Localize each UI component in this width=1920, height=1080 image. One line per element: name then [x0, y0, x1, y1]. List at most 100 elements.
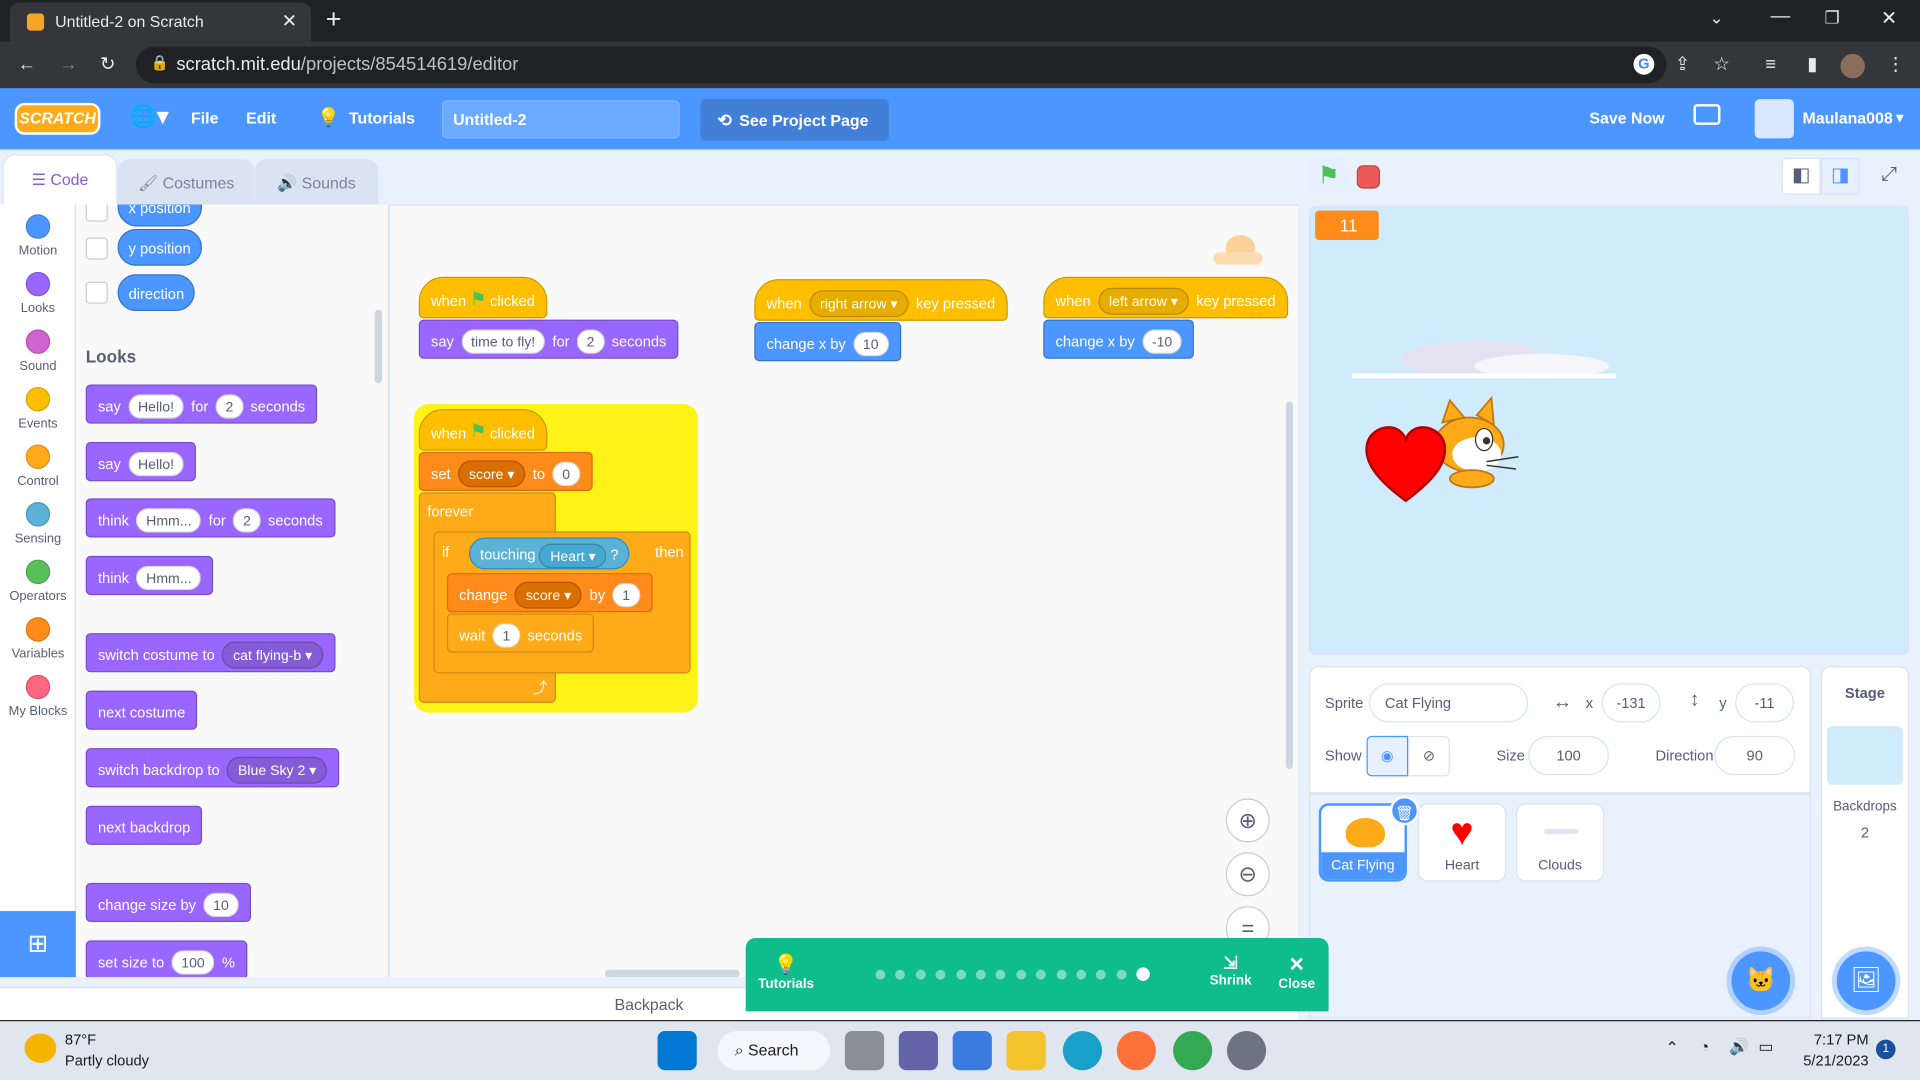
- input[interactable]: 0: [552, 461, 580, 486]
- category-sensing[interactable]: Sensing: [0, 502, 76, 546]
- input[interactable]: 2: [215, 394, 244, 419]
- media-icon[interactable]: ≡: [1758, 47, 1782, 84]
- task-view-icon[interactable]: [844, 1031, 885, 1071]
- block-change-size[interactable]: change size by 10: [85, 882, 251, 923]
- profile-avatar[interactable]: [1840, 53, 1865, 79]
- minimize-icon[interactable]: —: [1771, 6, 1791, 28]
- category-looks[interactable]: Looks: [0, 271, 76, 316]
- add-extension-button[interactable]: ⊞: [0, 911, 76, 978]
- small-stage-button[interactable]: ◧: [1781, 157, 1821, 195]
- close-tutorial-button[interactable]: ✕ Close: [1277, 953, 1316, 992]
- tutorial-step-dot[interactable]: [1096, 969, 1107, 980]
- tutorial-step-dot[interactable]: [975, 969, 986, 980]
- x-position-input[interactable]: -131: [1601, 683, 1661, 723]
- menu-edit[interactable]: Edit: [246, 88, 276, 149]
- workspace-v-scrollbar[interactable]: [1285, 401, 1294, 769]
- block-next-backdrop[interactable]: next backdrop: [85, 805, 203, 845]
- chrome-menu-icon[interactable]: ⋮: [1883, 47, 1907, 84]
- input[interactable]: 2: [576, 329, 605, 354]
- tutorials-button[interactable]: 💡 Tutorials: [758, 953, 814, 992]
- see-project-page-button[interactable]: ⟲ See Project Page: [700, 99, 889, 141]
- menu-file[interactable]: File: [191, 88, 218, 149]
- windows-start-icon[interactable]: [657, 1031, 697, 1071]
- tutorial-step-dot[interactable]: [1016, 969, 1026, 980]
- tutorial-step-dot[interactable]: [995, 969, 1006, 980]
- sprite-tile-heart[interactable]: ♥ Heart: [1417, 803, 1507, 882]
- variable-dropdown[interactable]: score ▾: [457, 460, 526, 488]
- tutorial-step-dot[interactable]: [1036, 969, 1046, 980]
- block-switch-backdrop[interactable]: switch backdrop to Blue Sky 2 ▾: [85, 748, 340, 788]
- wifi-icon[interactable]: ◔: [1700, 1037, 1710, 1055]
- tab-costumes[interactable]: 🖌 Costumes: [117, 159, 255, 206]
- checkbox-y-position[interactable]: [85, 237, 108, 260]
- workspace-h-scrollbar[interactable]: [604, 969, 740, 978]
- user-avatar[interactable]: [1754, 99, 1794, 139]
- shrink-button[interactable]: ⇲ Shrink: [1209, 953, 1253, 989]
- show-visible-button[interactable]: ◉: [1366, 735, 1409, 777]
- category-control[interactable]: Control: [0, 444, 76, 489]
- username[interactable]: Maulana008: [1802, 88, 1892, 149]
- tutorial-step-dot[interactable]: [915, 969, 926, 980]
- sprite-name-input[interactable]: Cat Flying: [1368, 683, 1529, 723]
- edge-icon[interactable]: [1062, 1031, 1103, 1071]
- category-sound[interactable]: Sound: [0, 329, 76, 373]
- input[interactable]: time to fly!: [461, 329, 546, 354]
- choose-sprite-button[interactable]: 🐱: [1731, 951, 1791, 1011]
- hat-when-left-arrow-pressed[interactable]: when left arrow ▾ key pressed: [1043, 276, 1288, 319]
- category-my-blocks[interactable]: My Blocks: [0, 674, 76, 719]
- block-direction[interactable]: direction: [117, 274, 196, 312]
- block-change-score[interactable]: change score ▾ by 1: [446, 573, 653, 613]
- size-input[interactable]: 100: [1528, 735, 1609, 776]
- input[interactable]: 10: [853, 331, 889, 357]
- block-think-for[interactable]: think Hmm... for 2 seconds: [85, 498, 335, 538]
- palette-scrollbar[interactable]: [374, 309, 383, 384]
- store-icon[interactable]: [952, 1031, 992, 1071]
- input[interactable]: 100: [171, 950, 215, 975]
- tutorial-step-dot[interactable]: [1056, 969, 1067, 980]
- variable-dropdown[interactable]: score ▾: [514, 581, 583, 609]
- y-position-input[interactable]: -11: [1735, 683, 1794, 723]
- settings-gear-icon[interactable]: [1226, 1031, 1267, 1071]
- backdrop-dropdown[interactable]: Blue Sky 2 ▾: [227, 756, 328, 784]
- firefox-icon[interactable]: [1116, 1031, 1156, 1071]
- category-motion[interactable]: Motion: [0, 214, 76, 258]
- bookmark-star-icon[interactable]: ☆: [1709, 47, 1733, 84]
- reload-icon[interactable]: ↻: [93, 47, 122, 84]
- block-say-time-to-fly[interactable]: say time to fly! for 2 seconds: [418, 319, 679, 359]
- sprite-tile-clouds[interactable]: Clouds: [1515, 803, 1605, 882]
- back-icon[interactable]: ←: [12, 47, 41, 84]
- block-y-position[interactable]: y position: [117, 228, 202, 266]
- input[interactable]: 1: [612, 582, 640, 608]
- tray-chevron-icon[interactable]: ⌃: [1665, 1038, 1678, 1058]
- costume-dropdown[interactable]: cat flying-b ▾: [222, 641, 324, 669]
- close-tab-icon[interactable]: ✕: [282, 10, 297, 32]
- sprite-tile-cat-flying[interactable]: Cat Flying 🗑: [1318, 795, 1420, 882]
- zoom-out-button[interactable]: ⊖: [1225, 852, 1270, 897]
- block-set-score[interactable]: set score ▾ to 0: [418, 451, 593, 492]
- choose-backdrop-button[interactable]: 🖼: [1836, 951, 1896, 1011]
- language-globe-icon[interactable]: 🌐▾: [130, 104, 169, 130]
- restore-icon[interactable]: ❐: [1825, 7, 1840, 28]
- green-flag-button[interactable]: ⚑: [1308, 157, 1349, 195]
- battery-icon[interactable]: ▭: [1758, 1037, 1773, 1057]
- stop-button[interactable]: [1356, 165, 1381, 189]
- touching-dropdown[interactable]: Heart ▾: [539, 543, 607, 568]
- show-hidden-button[interactable]: ⊘: [1408, 735, 1450, 777]
- hat-when-flag-clicked-2[interactable]: when ⚑ clicked: [418, 408, 548, 451]
- stage-backdrop-thumbnail[interactable]: [1826, 726, 1903, 785]
- input[interactable]: Hello!: [128, 451, 184, 477]
- input[interactable]: Hello!: [128, 394, 184, 419]
- menu-tutorials[interactable]: Tutorials: [349, 88, 415, 149]
- save-now-button[interactable]: Save Now: [1589, 88, 1664, 149]
- tab-sounds[interactable]: 🔊 Sounds: [254, 159, 379, 206]
- category-events[interactable]: Events: [0, 386, 76, 431]
- chrome-icon[interactable]: [1173, 1031, 1213, 1071]
- block-set-size[interactable]: set size to 100%: [85, 940, 248, 978]
- tutorial-step-dot[interactable]: [1136, 967, 1151, 981]
- tutorial-step-dot[interactable]: [1076, 969, 1087, 980]
- address-bar[interactable]: 🔒 scratch.mit.edu/projects/854514619/edi…: [135, 46, 1667, 84]
- block-x-position[interactable]: x position: [117, 204, 202, 227]
- delete-sprite-button[interactable]: 🗑: [1389, 795, 1420, 826]
- scratch-logo[interactable]: SCRATCH: [14, 102, 101, 135]
- browser-tab[interactable]: Untitled-2 on Scratch ✕: [9, 2, 312, 42]
